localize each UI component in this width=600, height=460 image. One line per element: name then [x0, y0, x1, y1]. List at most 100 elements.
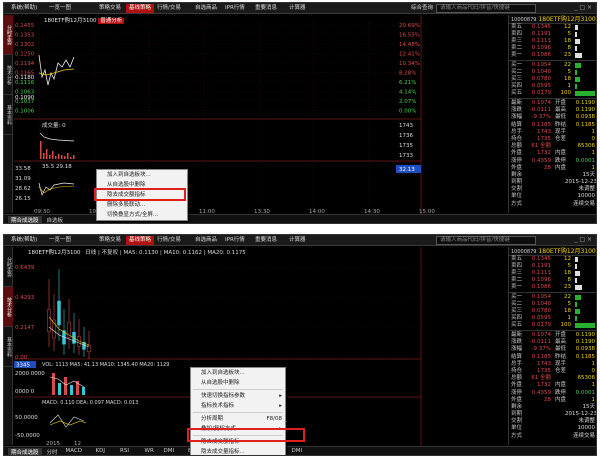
top-toolbar-item-7[interactable]: 重要消息 [252, 4, 280, 13]
bot-bottom-tab-3[interactable]: KDJ [93, 448, 108, 454]
top-stat-row: 单位 10000 [509, 193, 596, 200]
bot-stat-value: 0.1074 [531, 332, 551, 338]
bot-quote-price: 0.1096 [531, 277, 551, 283]
top-toolbar-query[interactable]: 综合查询 [408, 4, 436, 13]
top-quote-row-卖三: 卖三 0.1111 18 [509, 38, 596, 45]
bot-bottom-tab-0[interactable]: 期合成选股 [8, 448, 42, 455]
last-price-label: 3345 [16, 363, 30, 369]
volume-label: 成交量: 0 [42, 121, 66, 129]
top-toolbar-item-0[interactable]: 系统(帮助) [8, 4, 40, 13]
bot-toolbar-item-2[interactable]: 策略交易 [96, 236, 124, 245]
top-quote-label: 卖三 [511, 38, 523, 44]
sidetab-kline-b[interactable]: 技术分析 [4, 287, 13, 327]
bot-highlight-box [187, 428, 305, 442]
top-toolbar-item-8[interactable]: 计算器 [286, 4, 309, 13]
volume-bar [73, 155, 75, 159]
top-menu-item-4[interactable]: 切换叠显方式/全屏... [97, 210, 187, 220]
volume-bar [52, 151, 54, 159]
sidetab-fenshi-b[interactable]: 分时走势 [4, 247, 13, 287]
bot-bottom-tab-6[interactable]: DMI [161, 448, 178, 454]
bot-toolbar-item-6[interactable]: IPR行情 [222, 236, 248, 245]
bot-search-input[interactable]: 请输入商品代码/拼音/快捷键 [436, 236, 536, 245]
bot-quote-price: 0.0595 [531, 315, 551, 321]
bot-quote-label: 卖三 [511, 270, 523, 276]
bot-toolbar-item-3[interactable]: 基线策略 [126, 236, 155, 245]
top-window-controls[interactable]: _ □ × [574, 4, 592, 11]
macd-right-label: 32.13 [399, 167, 415, 173]
top-toolbar-item-3[interactable]: 基线策略 [126, 4, 155, 13]
sidetab-kline[interactable]: 技术分析 [4, 55, 13, 95]
bot-menu-item-7[interactable]: 隐去成交量指标... [191, 447, 285, 455]
volume-bar [52, 373, 55, 395]
bot-quote-price: 0.1345 [531, 256, 551, 262]
bot-quote-label: 卖二 [511, 277, 523, 283]
top-bottom-tab-1[interactable]: 自选板 [44, 216, 67, 223]
bot-stat-value2: 15天 [582, 403, 596, 410]
top-stat-value2: 1 [591, 164, 596, 171]
volume-label: VOL: 1113 MA5: 41.13 MA10: 1345.40 MA20:… [42, 362, 169, 368]
top-quote-label: 卖二 [511, 45, 523, 51]
top-toolbar-item-1[interactable]: 一览一图 [46, 4, 74, 13]
bot-stat-value2: 1 [591, 360, 596, 367]
bot-window-controls[interactable]: _ □ × [574, 236, 592, 243]
bot-menu-item-label: 指标技术指标 [201, 403, 235, 409]
top-search-input[interactable]: 请输入商品代码/拼音/快捷键 [436, 4, 536, 13]
top-quote-vol: 18 [564, 38, 571, 44]
bot-toolbar-item-7[interactable]: 重要消息 [252, 236, 280, 245]
top-toolbar-item-4[interactable]: 行情/交易 [154, 4, 184, 13]
bot-quote-price: 0.1040 [531, 301, 551, 307]
bot-menu-item-3[interactable]: 指标技术指标 ▸ [191, 401, 285, 411]
bot-menu-item-2[interactable]: 快速切换指标参数 ▸ [191, 391, 285, 401]
bot-toolbar-item-0[interactable]: 系统(帮助) [8, 236, 40, 245]
bot-toolbar-item-4[interactable]: 行情/交易 [154, 236, 184, 245]
top-toolbar-item-6[interactable]: IPR行情 [222, 4, 248, 13]
bot-toolbar-item-8[interactable]: 计算器 [286, 236, 309, 245]
top-menu-item-3[interactable]: 删除多股联动... [97, 200, 187, 210]
top-menu-item-0[interactable]: 加入到自选板块... [97, 170, 187, 180]
bot-quote-bar [575, 316, 577, 321]
bot-stat-row: 总额 61 全额 65306 [509, 375, 596, 382]
top-stat-value2: 连续交易 [572, 200, 595, 207]
top-toolbar-item-5[interactable]: 自选商品 [192, 4, 220, 13]
bot-bottom-tab-4[interactable]: RSI [117, 448, 132, 454]
bot-menu-item-4[interactable]: 分析周期 F8/08 [191, 414, 285, 424]
top-bottom-tab-0[interactable]: 期合成选股 [8, 216, 42, 223]
bot-stat-value2: 2015-12-23 [565, 411, 597, 418]
bot-menu-item-label: 分析周期 [201, 416, 224, 422]
volume-tick-label: 1743 [399, 123, 413, 129]
top-toolbar-item-2[interactable]: 策略交易 [96, 4, 124, 13]
top-quote-vol: 5 [567, 69, 572, 75]
bot-stat-row: 涨幅 -9.37% 最低 0.0938 [509, 346, 596, 353]
top-quote-bar [575, 77, 580, 82]
bot-bottom-tab-11[interactable]: DMI [289, 448, 306, 454]
sidetab-info[interactable]: 基本资料 [4, 95, 13, 135]
top-quote-price: 0.1054 [531, 62, 551, 68]
bot-bottom-tab-2[interactable]: MACD [63, 448, 86, 454]
bot-toolbar-item-5[interactable]: 自选商品 [192, 236, 220, 245]
top-quote-vol: 100 [560, 90, 572, 96]
top-quote-row-卖一: 卖一 0.1086 23 [509, 52, 596, 59]
bot-quote-panel: 10000879 180ETF购12月3100 卖五 0.1345 12 卖四 0.1191… [508, 247, 596, 445]
sidetab-info-b[interactable]: 基本资料 [4, 327, 13, 367]
bot-stat-value2: 0.0938 [575, 346, 595, 353]
sidetab-fenshi[interactable]: 分时走势 [4, 15, 13, 55]
bot-stat-value: 1743 [537, 360, 551, 367]
top-quote-name: 180ETF购12月3100 [538, 16, 596, 23]
bot-quote-label: 买二 [511, 301, 523, 307]
bot-bottom-tab-5[interactable]: WR [142, 448, 157, 454]
volume-bar [82, 387, 85, 395]
top-stat-value: 1735 [537, 135, 551, 142]
bot-bottom-tab-1[interactable]: 分时 [44, 448, 61, 455]
candle-body [57, 300, 61, 326]
top-legend-tag[interactable]: 普通分析 [98, 18, 125, 24]
bot-quote-price: 0.1111 [531, 270, 551, 276]
bot-context-menu: 加入到自选板块... 从自选股中删除 快速切换指标参数 ▸ 指标技术指标 ▸ 分析周期 F8/… [190, 367, 286, 455]
top-stat-row: 结算 0.1185 昨结 0.1185 [509, 122, 596, 129]
top-quote-row-卖二: 卖二 0.1096 8 [509, 45, 596, 52]
bot-menu-item-0[interactable]: 加入到自选板块... [191, 368, 285, 378]
top-quote-bar [575, 32, 577, 37]
bot-toolbar-item-1[interactable]: 一览一图 [46, 236, 74, 245]
top-stat-row: 方式 连续交易 [509, 201, 596, 208]
bot-menu-item-1[interactable]: 从自选股中删除 [191, 378, 285, 388]
candle-body [47, 309, 51, 333]
